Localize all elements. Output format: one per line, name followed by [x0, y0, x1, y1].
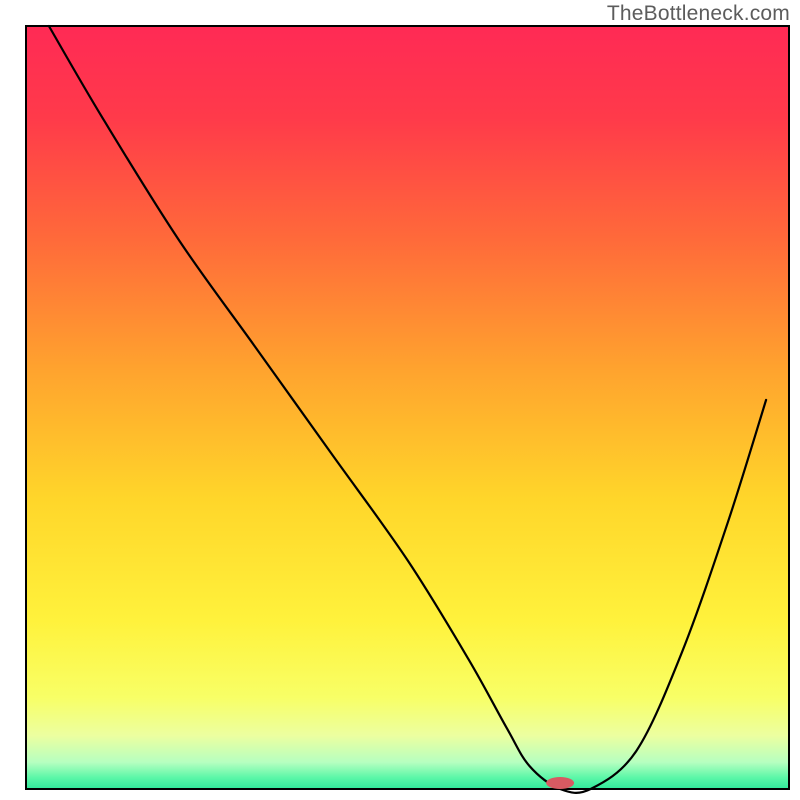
bottleneck-chart: TheBottleneck.com: [0, 0, 800, 800]
watermark-text: TheBottleneck.com: [607, 2, 790, 26]
optimal-point-marker: [546, 777, 574, 789]
chart-svg: [0, 0, 800, 800]
gradient-background: [26, 26, 789, 789]
